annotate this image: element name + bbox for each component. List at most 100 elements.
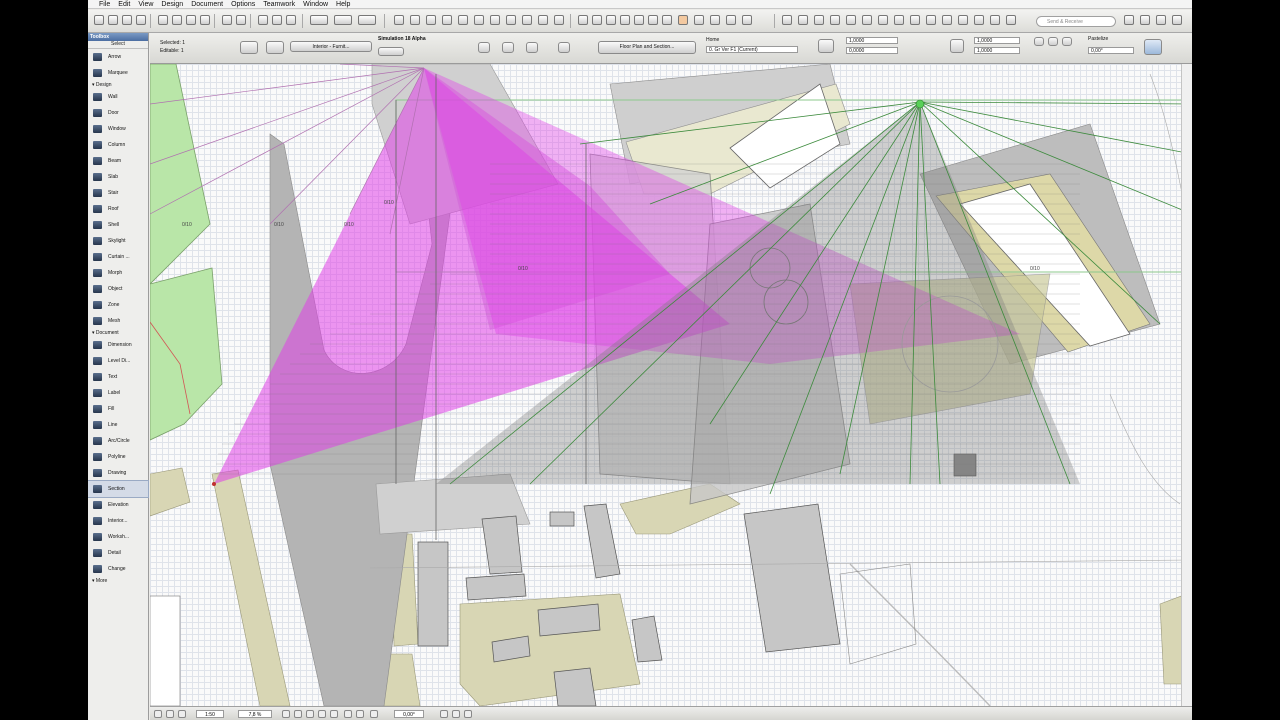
refresh-icon[interactable] xyxy=(370,710,378,718)
toolbox-item-object[interactable]: Object xyxy=(88,281,148,297)
toolbox-item-beam[interactable]: Beam xyxy=(88,153,148,169)
photo-icon[interactable] xyxy=(990,15,1000,25)
toolbox-title[interactable]: Toolbox xyxy=(88,33,148,41)
width-field[interactable]: 1,0000 xyxy=(974,37,1020,44)
size-lock-button[interactable] xyxy=(950,39,964,53)
toolbox-item-section[interactable]: Section xyxy=(88,480,149,498)
layout-book-icon[interactable] xyxy=(830,15,840,25)
favorites-button[interactable]: Interior - Furnit... xyxy=(290,41,372,52)
toolbox-group-design[interactable]: Design xyxy=(88,81,148,89)
plan-view-icon[interactable] xyxy=(862,15,872,25)
camera-icon[interactable] xyxy=(506,15,516,25)
toolbox-item-change[interactable]: Change xyxy=(88,561,148,577)
scale-field[interactable]: 1:50 xyxy=(196,710,224,718)
rotate-icon[interactable] xyxy=(694,15,704,25)
layers-icon[interactable] xyxy=(410,15,420,25)
toolbox-item-stair[interactable]: Stair xyxy=(88,185,148,201)
navigator-icon[interactable] xyxy=(782,15,792,25)
toolbox-item-arc-circle[interactable]: Arc/Circle xyxy=(88,433,148,449)
menu-file[interactable]: File xyxy=(99,0,110,9)
open-icon[interactable] xyxy=(108,15,118,25)
guide-icon[interactable] xyxy=(358,15,376,25)
menu-view[interactable]: View xyxy=(138,0,153,9)
quick-options-icon[interactable] xyxy=(166,710,174,718)
fit-window-icon[interactable] xyxy=(452,710,460,718)
toolbox-item-drawing[interactable]: Drawing xyxy=(88,465,148,481)
zoom-field[interactable]: 7,8 % xyxy=(238,710,272,718)
toolbox-item-roof[interactable]: Roof xyxy=(88,201,148,217)
option-c-button[interactable] xyxy=(1062,37,1072,46)
toolbox-more[interactable]: More xyxy=(88,577,148,585)
toolbox-item-mesh[interactable]: Mesh xyxy=(88,313,148,329)
eyedropper-icon[interactable] xyxy=(258,15,268,25)
toolbox-item-morph[interactable]: Morph xyxy=(88,265,148,281)
toolbox-item-label[interactable]: Label xyxy=(88,385,148,401)
toolbox-item-dimension[interactable]: Dimension xyxy=(88,337,148,353)
elevate-icon[interactable] xyxy=(726,15,736,25)
orbit-icon[interactable] xyxy=(356,710,364,718)
report-icon[interactable] xyxy=(958,15,968,25)
cancel-selection-button[interactable] xyxy=(266,41,284,54)
layer-combo-icon[interactable] xyxy=(178,710,186,718)
note-icon[interactable] xyxy=(926,15,936,25)
publisher-icon[interactable] xyxy=(846,15,856,25)
mirror-icon[interactable] xyxy=(710,15,720,25)
view-angle-field[interactable]: 0,00° xyxy=(394,710,424,718)
story-nav-buttons[interactable] xyxy=(378,47,404,56)
tag-icon[interactable] xyxy=(894,15,904,25)
distribute-icon[interactable] xyxy=(554,15,564,25)
release-icon[interactable] xyxy=(1140,15,1150,25)
menu-document[interactable]: Document xyxy=(191,0,223,9)
menu-edit[interactable]: Edit xyxy=(118,0,130,9)
messaging-icon[interactable] xyxy=(1156,15,1166,25)
view-icon[interactable] xyxy=(154,710,162,718)
toolbox-item-text[interactable]: Text xyxy=(88,369,148,385)
toolbox-item-window[interactable]: Window xyxy=(88,121,148,137)
pencil-settings-icon[interactable] xyxy=(426,15,436,25)
toolbox-item-skylight[interactable]: Skylight xyxy=(88,233,148,249)
pastelize-button[interactable] xyxy=(1144,39,1162,55)
cut-icon[interactable] xyxy=(158,15,168,25)
square-icon[interactable] xyxy=(490,15,500,25)
new-icon[interactable] xyxy=(94,15,104,25)
snap-icon[interactable] xyxy=(334,15,352,25)
zoom-previous-icon[interactable] xyxy=(330,710,338,718)
settings-icon[interactable] xyxy=(440,710,448,718)
scale-x-field[interactable]: 1,0000 xyxy=(846,37,898,44)
menu-teamwork[interactable]: Teamwork xyxy=(263,0,295,9)
toolbox-item-door[interactable]: Door xyxy=(88,105,148,121)
toolbox-item-wall[interactable]: Wall xyxy=(88,89,148,105)
toolbox-group-document[interactable]: Document xyxy=(88,329,148,337)
toolbox-item-polyline[interactable]: Polyline xyxy=(88,449,148,465)
offset-icon[interactable] xyxy=(662,15,672,25)
teamwork-icon[interactable] xyxy=(1006,15,1016,25)
lock-icon[interactable] xyxy=(522,15,532,25)
rotate-view-icon[interactable] xyxy=(344,710,352,718)
adjust-icon[interactable] xyxy=(620,15,630,25)
angle-field[interactable]: 0,00° xyxy=(1088,47,1134,54)
arrow-right-icon[interactable] xyxy=(464,710,472,718)
zoom-out-icon[interactable] xyxy=(306,710,314,718)
split-icon[interactable] xyxy=(606,15,616,25)
toolbox-item-column[interactable]: Column xyxy=(88,137,148,153)
undo-icon[interactable] xyxy=(222,15,232,25)
gravity-icon[interactable] xyxy=(310,15,328,25)
reserve-icon[interactable] xyxy=(1124,15,1134,25)
toolbox-item-fill[interactable]: Fill xyxy=(88,401,148,417)
zoom-fit-icon[interactable] xyxy=(318,710,326,718)
toolbox-item-line[interactable]: Line xyxy=(88,417,148,433)
menu-window[interactable]: Window xyxy=(303,0,328,9)
option-a-button[interactable] xyxy=(1034,37,1044,46)
suspend-groups-icon[interactable] xyxy=(442,15,452,25)
orientation-button[interactable] xyxy=(526,42,538,53)
copy-icon[interactable] xyxy=(172,15,182,25)
shape-button[interactable] xyxy=(818,39,834,53)
print-icon[interactable] xyxy=(136,15,146,25)
syringe-icon[interactable] xyxy=(272,15,282,25)
marker-icon[interactable] xyxy=(878,15,888,25)
geometry-method-button[interactable] xyxy=(478,42,490,53)
fillet-icon[interactable] xyxy=(648,15,658,25)
save-icon[interactable] xyxy=(122,15,132,25)
eyedropper-button[interactable] xyxy=(558,42,570,53)
view-map-icon[interactable] xyxy=(814,15,824,25)
